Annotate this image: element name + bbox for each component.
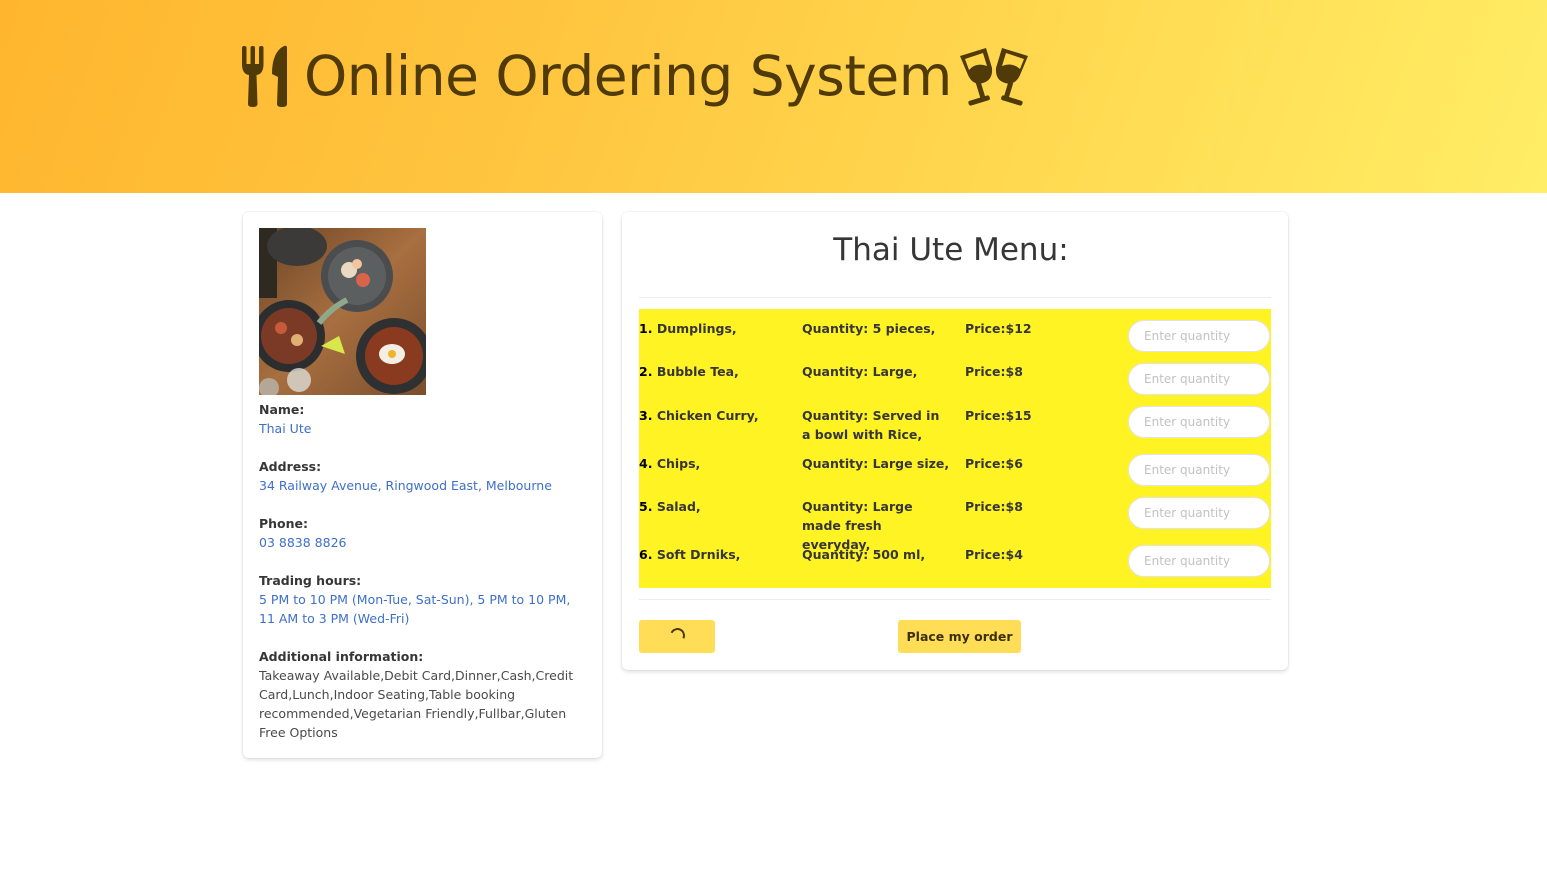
restaurant-phone: 03 8838 8826	[259, 535, 347, 550]
spinner-icon	[667, 625, 687, 646]
address-label: Address:	[259, 459, 322, 474]
trading-hours: 5 PM to 10 PM (Mon-Tue, Sat-Sun), 5 PM t…	[259, 592, 571, 626]
trading-hours-label: Trading hours:	[259, 573, 362, 588]
utensils-icon	[242, 45, 287, 107]
quantity-input[interactable]	[1128, 545, 1270, 577]
item-number: 3.	[639, 408, 653, 423]
menu-list: 1. Dumplings, Quantity: 5 pieces, Price:…	[639, 309, 1271, 588]
item-price: Price:$8	[965, 499, 1023, 514]
additional-info-label: Additional information:	[259, 649, 424, 664]
item-number: 5.	[639, 499, 653, 514]
item-quantity: Quantity: 500 ml,	[802, 547, 926, 562]
item-price: Price:$15	[965, 408, 1032, 423]
restaurant-name: Thai Ute	[259, 421, 312, 436]
item-quantity: Quantity: Large size,	[802, 456, 950, 471]
item-quantity: Quantity: Large,	[802, 364, 918, 379]
phone-label: Phone:	[259, 516, 309, 531]
restaurant-address: 34 Railway Avenue, Ringwood East, Melbou…	[259, 478, 552, 493]
item-price: Price:$6	[965, 456, 1023, 471]
restaurant-image	[259, 228, 426, 395]
item-price: Price:$4	[965, 547, 1023, 562]
item-number: 1.	[639, 321, 653, 336]
page-title: Online Ordering System	[304, 44, 952, 108]
menu-card: Thai Ute Menu: 1. Dumplings, Quantity: 5…	[622, 212, 1288, 670]
restaurant-info-card: Name: Thai Ute Address: 34 Railway Avenu…	[243, 212, 602, 758]
glasses-cheers-icon	[959, 48, 1028, 106]
quantity-input[interactable]	[1128, 497, 1270, 529]
divider	[639, 297, 1271, 298]
quantity-input[interactable]	[1128, 406, 1270, 438]
item-name: Salad,	[656, 499, 701, 514]
item-price: Price:$12	[965, 321, 1032, 336]
item-quantity: Quantity: Served in a bowl with Rice,	[802, 408, 940, 442]
item-number: 2.	[639, 364, 653, 379]
quantity-input[interactable]	[1128, 363, 1270, 395]
item-name: Soft Drniks,	[656, 547, 741, 562]
item-name: Dumplings,	[656, 321, 737, 336]
item-number: 4.	[639, 456, 653, 471]
place-order-button[interactable]: Place my order	[898, 620, 1021, 653]
item-price: Price:$8	[965, 364, 1023, 379]
name-label: Name:	[259, 402, 305, 417]
item-number: 6.	[639, 547, 653, 562]
quantity-input[interactable]	[1128, 454, 1270, 486]
item-name: Chicken Curry,	[656, 408, 759, 423]
item-name: Chips,	[656, 456, 701, 471]
menu-title: Thai Ute Menu:	[833, 232, 1069, 268]
item-quantity: Quantity: 5 pieces,	[802, 321, 936, 336]
loading-button[interactable]	[639, 620, 715, 653]
quantity-input[interactable]	[1128, 320, 1270, 352]
page-title-row: Online Ordering System	[240, 36, 1038, 116]
hero-banner: Online Ordering System	[0, 0, 1547, 193]
additional-info: Takeaway Available,Debit Card,Dinner,Cas…	[259, 668, 574, 740]
divider	[639, 599, 1271, 600]
item-name: Bubble Tea,	[656, 364, 739, 379]
